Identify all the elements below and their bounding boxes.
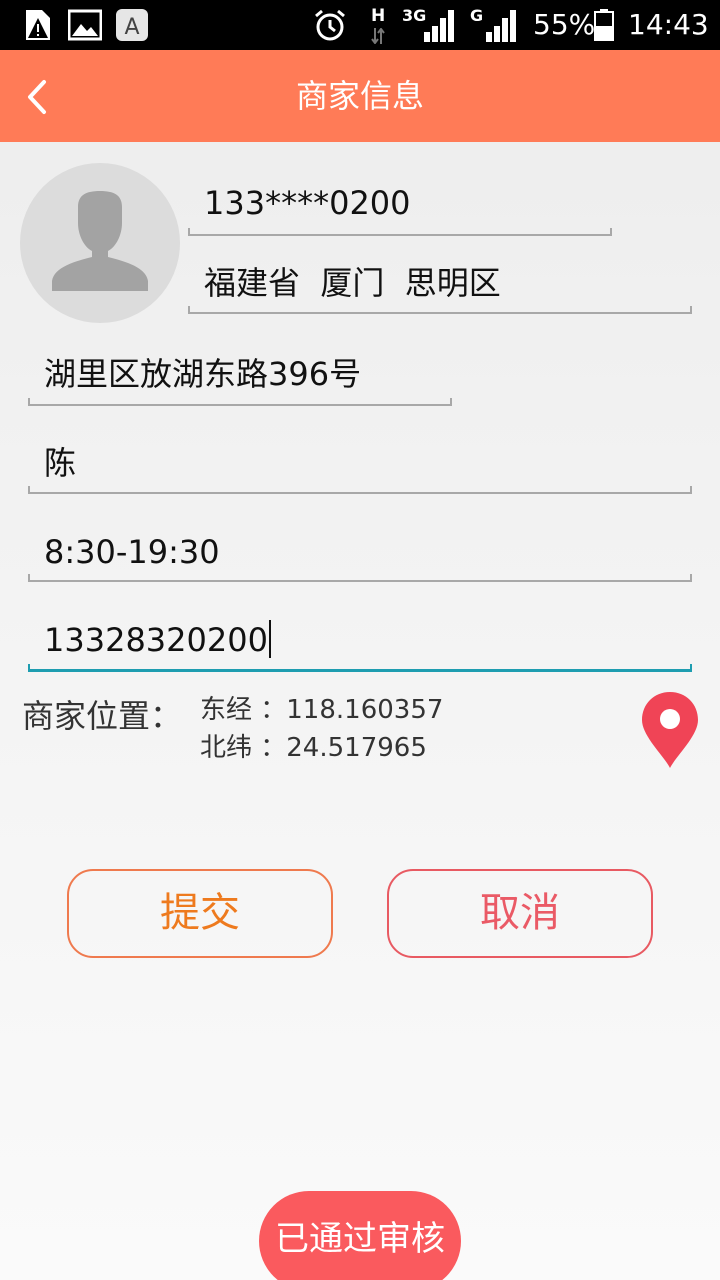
- title-bar: 商家信息: [0, 50, 720, 142]
- network-g-label: G: [470, 6, 484, 25]
- location-label: 商家位置：: [22, 697, 183, 735]
- review-status-badge: 已通过审核: [259, 1191, 461, 1280]
- contact-name-field[interactable]: 陈: [28, 438, 692, 494]
- phone-value: 13328320200: [44, 621, 268, 659]
- cancel-button[interactable]: 取消: [387, 869, 653, 958]
- latitude-value: 北纬 ：24.517965: [200, 733, 427, 763]
- signal-icon: [424, 10, 454, 42]
- address-value: 湖里区放湖东路396号: [44, 355, 362, 393]
- text-cursor: [268, 620, 271, 658]
- svg-text:A: A: [124, 15, 139, 40]
- page-title: 商家信息: [295, 77, 424, 115]
- data-arrows-icon: [371, 28, 385, 44]
- font-app-icon: A: [116, 9, 148, 41]
- field-underline: [28, 484, 692, 494]
- image-icon: [68, 9, 102, 41]
- region-field[interactable]: 福建省 厦门 思明区: [188, 258, 692, 314]
- region-value: 福建省 厦门 思明区: [204, 264, 501, 302]
- business-hours-value: 8:30-19:30: [44, 533, 220, 571]
- avatar[interactable]: [20, 163, 180, 323]
- network-3g-label: 3G: [402, 6, 427, 25]
- business-hours-field[interactable]: 8:30-19:30: [28, 526, 692, 582]
- longitude-value: 东经 ：118.160357: [200, 695, 444, 725]
- alarm-icon: [315, 9, 345, 41]
- status-bar: A H 3G G 55% 14:43: [0, 0, 720, 50]
- back-button[interactable]: [12, 70, 64, 122]
- map-pin-icon: [642, 692, 698, 768]
- contact-name-value: 陈: [44, 444, 77, 482]
- chevron-left-icon: [28, 80, 46, 114]
- battery-percent: 55%: [533, 8, 596, 41]
- field-underline: [188, 226, 612, 236]
- network-h-label: H: [371, 6, 386, 26]
- battery-icon: [594, 9, 614, 41]
- field-underline: [28, 396, 452, 406]
- field-underline: [188, 304, 692, 314]
- map-pin-button[interactable]: [640, 690, 700, 770]
- signal-icon-2: [486, 10, 516, 42]
- phone-masked-value: 133****0200: [204, 184, 411, 222]
- field-underline-active: [28, 662, 692, 672]
- warning-file-icon: [26, 10, 50, 40]
- phone-value-wrap: 13328320200: [44, 620, 271, 660]
- submit-button[interactable]: 提交: [67, 869, 333, 958]
- clock: 14:43: [628, 8, 709, 41]
- phone-field[interactable]: 13328320200: [28, 614, 692, 672]
- phone-masked-field[interactable]: 133****0200: [188, 180, 612, 236]
- field-underline: [28, 572, 692, 582]
- address-field[interactable]: 湖里区放湖东路396号: [28, 348, 452, 406]
- person-placeholder-icon: [52, 191, 148, 291]
